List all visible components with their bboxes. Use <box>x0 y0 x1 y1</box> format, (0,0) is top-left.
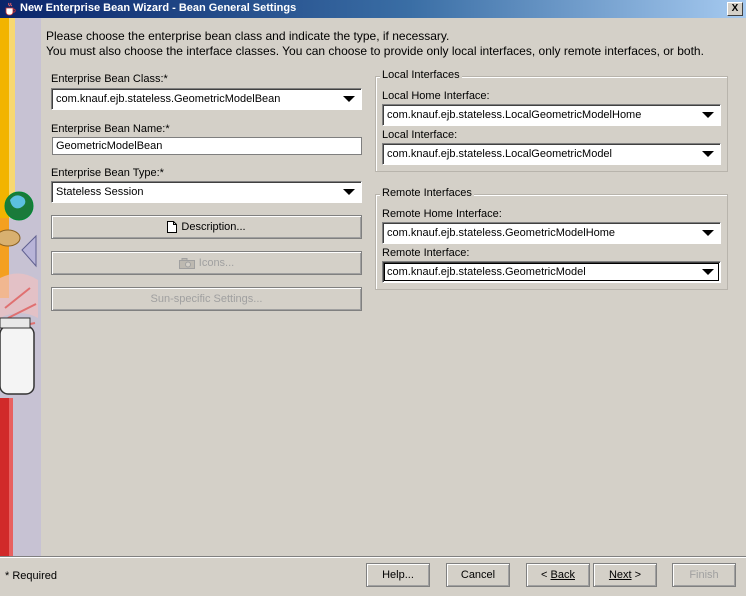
local-interface-combo[interactable]: com.knauf.ejb.stateless.LocalGeometricMo… <box>382 143 721 165</box>
chevron-down-icon <box>343 96 355 102</box>
camera-icon <box>178 257 195 269</box>
remote-interface-combo[interactable]: com.knauf.ejb.stateless.GeometricModel <box>382 261 721 283</box>
bean-class-label: Enterprise Bean Class:* <box>51 73 168 85</box>
next-button[interactable]: Next > <box>593 563 657 587</box>
remote-interfaces-title: Remote Interfaces <box>380 187 474 199</box>
remote-home-value: com.knauf.ejb.stateless.GeometricModelHo… <box>387 227 616 239</box>
intro-text: Please choose the enterprise bean class … <box>46 29 704 59</box>
title-bar: New Enterprise Bean Wizard - Bean Genera… <box>0 0 746 18</box>
local-home-combo[interactable]: com.knauf.ejb.stateless.LocalGeometricMo… <box>382 104 721 126</box>
wizard-side-art <box>0 18 41 556</box>
help-button[interactable]: Help... <box>366 563 430 587</box>
description-button-label: Description... <box>181 221 246 233</box>
bean-type-label: Enterprise Bean Type:* <box>51 167 164 179</box>
local-home-label: Local Home Interface: <box>382 90 490 102</box>
document-icon <box>167 221 178 234</box>
bean-class-combo[interactable]: com.knauf.ejb.stateless.GeometricModelBe… <box>51 88 362 110</box>
finish-button[interactable]: Finish <box>672 563 736 587</box>
bean-name-field-wrapper <box>52 137 362 155</box>
description-button[interactable]: Description... <box>51 215 362 239</box>
remote-interface-value: com.knauf.ejb.stateless.GeometricModel <box>387 266 586 278</box>
sun-specific-settings-button[interactable]: Sun-specific Settings... <box>51 287 362 311</box>
intro-line-1: Please choose the enterprise bean class … <box>46 29 450 43</box>
local-home-value: com.knauf.ejb.stateless.LocalGeometricMo… <box>387 109 642 121</box>
back-button[interactable]: < Back <box>526 563 590 587</box>
remote-interface-label: Remote Interface: <box>382 247 470 259</box>
finish-button-label: Finish <box>689 569 719 581</box>
footer-separator <box>0 556 746 558</box>
chevron-down-icon <box>702 112 714 118</box>
local-interface-label: Local Interface: <box>382 129 458 141</box>
bean-name-input[interactable] <box>53 138 361 154</box>
cancel-button[interactable]: Cancel <box>446 563 510 587</box>
java-cup-icon <box>5 2 16 16</box>
required-note: * Required <box>5 570 57 582</box>
bean-class-value: com.knauf.ejb.stateless.GeometricModelBe… <box>56 93 281 105</box>
local-interfaces-title: Local Interfaces <box>380 69 462 81</box>
icons-button-label: Icons... <box>198 257 235 269</box>
close-button[interactable]: X <box>727 2 743 16</box>
cancel-button-label: Cancel <box>460 569 496 581</box>
next-button-suffix: > <box>631 569 642 581</box>
chevron-down-icon <box>702 269 714 275</box>
close-icon: X <box>731 3 739 14</box>
next-button-label: Next <box>608 569 632 581</box>
sun-settings-button-label: Sun-specific Settings... <box>150 293 263 305</box>
chevron-down-icon <box>702 151 714 157</box>
help-button-label: Help... <box>382 569 414 581</box>
remote-home-combo[interactable]: com.knauf.ejb.stateless.GeometricModelHo… <box>382 222 721 244</box>
intro-line-2: You must also choose the interface class… <box>46 44 704 58</box>
chevron-down-icon <box>702 230 714 236</box>
wizard-illustration <box>0 18 41 556</box>
bean-type-value: Stateless Session <box>56 186 144 198</box>
window-title: New Enterprise Bean Wizard - Bean Genera… <box>20 2 297 14</box>
icons-button[interactable]: Icons... <box>51 251 362 275</box>
back-button-prefix: < <box>541 569 551 581</box>
back-button-label: Back <box>550 569 575 581</box>
bean-type-combo[interactable]: Stateless Session <box>51 181 362 203</box>
remote-home-label: Remote Home Interface: <box>382 208 502 220</box>
bean-name-label: Enterprise Bean Name:* <box>51 123 170 135</box>
local-interface-value: com.knauf.ejb.stateless.LocalGeometricMo… <box>387 148 612 160</box>
chevron-down-icon <box>343 189 355 195</box>
